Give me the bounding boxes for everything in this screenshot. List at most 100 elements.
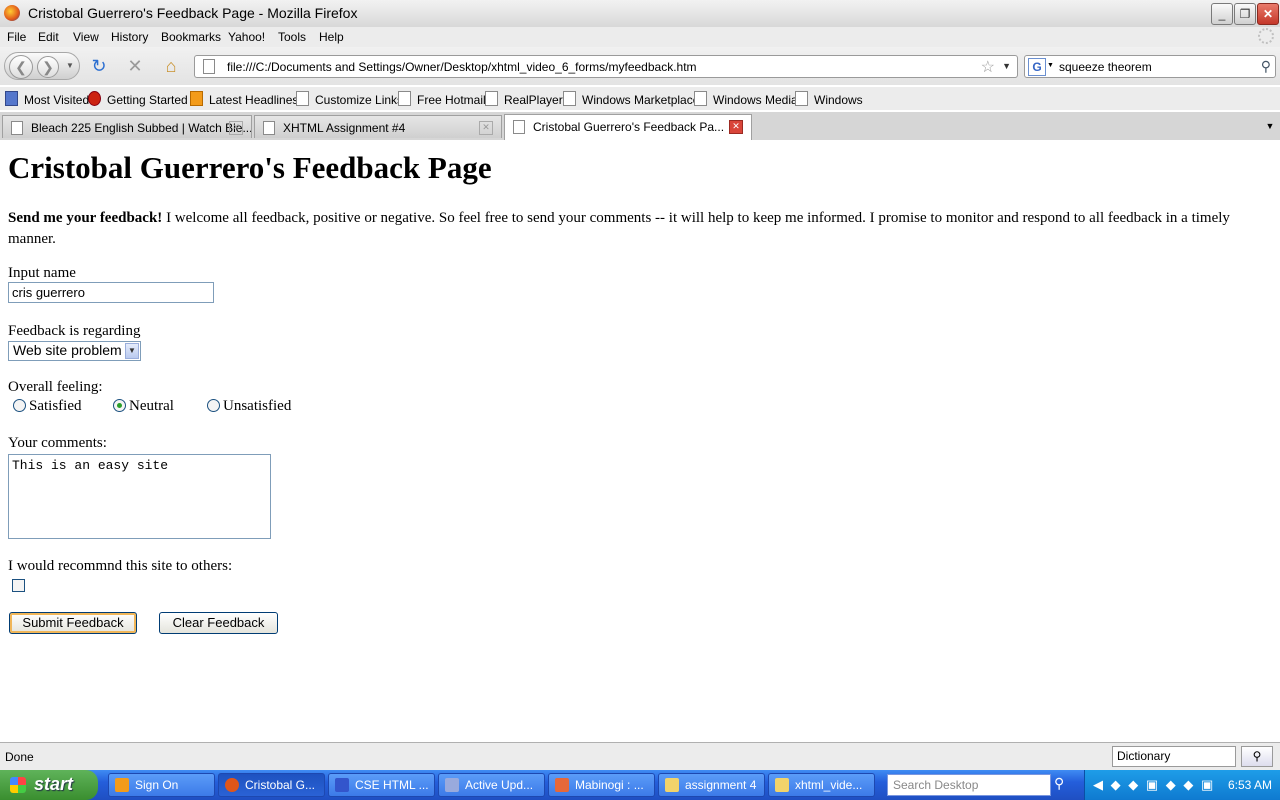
minimize-icon[interactable]: _ xyxy=(1211,3,1233,25)
bookmark-windows-media[interactable]: Windows Media xyxy=(694,91,798,107)
taskbar-item-active-update[interactable]: Active Upd... xyxy=(438,773,545,797)
menu-view[interactable]: View xyxy=(73,30,99,44)
start-button[interactable]: start xyxy=(0,770,98,800)
start-label: start xyxy=(34,774,74,794)
menu-edit[interactable]: Edit xyxy=(38,30,59,44)
taskbar-item-label: Sign On xyxy=(135,778,179,792)
bookmark-label: RealPlayer xyxy=(504,93,563,107)
regarding-select[interactable]: Web site problem ▼ xyxy=(8,341,141,361)
bookmarks-toolbar: Most Visited Getting Started Latest Head… xyxy=(0,87,1280,110)
desktop-search-icon[interactable]: ⚲ xyxy=(1054,775,1064,792)
menu-file[interactable]: File xyxy=(7,30,26,44)
address-url: file:///C:/Documents and Settings/Owner/… xyxy=(227,60,697,74)
tray-icons[interactable]: ◀ ◆ ◆ ▣ ◆ ◆ ▣ xyxy=(1093,777,1215,793)
bookmark-customize-links[interactable]: Customize Links xyxy=(296,91,403,107)
forward-arrow-icon[interactable]: ❯ xyxy=(37,56,59,78)
menu-yahoo[interactable]: Yahoo! xyxy=(228,30,265,44)
regarding-label: Feedback is regarding xyxy=(8,323,141,339)
taskbar-item-firefox[interactable]: Cristobal G... xyxy=(218,773,325,797)
close-icon[interactable]: ✕ xyxy=(1257,3,1279,25)
bookmark-label: Getting Started xyxy=(107,93,188,107)
taskbar-item-sign-on[interactable]: Sign On xyxy=(108,773,215,797)
reload-icon[interactable]: ↻ xyxy=(88,55,110,77)
tab-close-icon[interactable]: ✕ xyxy=(229,121,243,135)
taskbar-item-cse-html[interactable]: CSE HTML ... xyxy=(328,773,435,797)
bookmark-label: Windows Marketplace xyxy=(582,93,700,107)
page-icon xyxy=(11,121,23,135)
search-icon[interactable]: ⚲ xyxy=(1261,58,1271,75)
bookmark-getting-started[interactable]: Getting Started xyxy=(88,91,188,107)
menu-bar: File Edit View History Bookmarks Yahoo! … xyxy=(0,27,1280,47)
tab-close-icon[interactable]: ✕ xyxy=(479,121,493,135)
maximize-icon[interactable]: ❐ xyxy=(1234,3,1256,25)
taskbar-item-mabinogi[interactable]: Mabinogi : ... xyxy=(548,773,655,797)
windows-logo-icon xyxy=(10,777,26,793)
taskbar-item-label: Mabinogi : ... xyxy=(575,778,644,792)
clear-feedback-button[interactable]: Clear Feedback xyxy=(159,612,278,634)
address-dropdown-icon[interactable]: ▼ xyxy=(1002,61,1011,71)
taskbar-item-label: Active Upd... xyxy=(465,778,534,792)
firefox-icon xyxy=(225,778,239,792)
dictionary-input[interactable]: Dictionary xyxy=(1112,746,1236,767)
home-icon[interactable]: ⌂ xyxy=(160,55,182,77)
radio-unsatisfied[interactable] xyxy=(207,399,220,412)
bookmark-latest-headlines[interactable]: Latest Headlines xyxy=(190,91,298,107)
bookmark-most-visited[interactable]: Most Visited xyxy=(5,91,89,107)
tab-close-icon[interactable]: ✕ xyxy=(729,120,743,134)
menu-bookmarks[interactable]: Bookmarks xyxy=(161,30,221,44)
page-icon xyxy=(563,91,576,106)
clock: 6:53 AM xyxy=(1227,778,1272,792)
bookmark-realplayer[interactable]: RealPlayer xyxy=(485,91,563,107)
taskbar-item-label: CSE HTML ... xyxy=(355,778,429,792)
stop-icon[interactable]: ✕ xyxy=(124,55,146,77)
search-bar[interactable]: G ▼ squeeze theorem ⚲ xyxy=(1024,55,1276,78)
tab-feedback-page[interactable]: Cristobal Guerrero's Feedback Pa... ✕ xyxy=(504,114,752,140)
bookmark-label: Latest Headlines xyxy=(209,93,299,107)
name-label: Input name xyxy=(8,265,76,281)
desktop-search-input[interactable]: Search Desktop xyxy=(887,774,1051,796)
status-bar: Done Dictionary ⚲ xyxy=(0,742,1280,771)
page-icon xyxy=(485,91,498,106)
html-editor-icon xyxy=(335,778,349,792)
tab-list-dropdown-icon[interactable]: ▼ xyxy=(1262,117,1278,135)
chevron-down-icon[interactable]: ▼ xyxy=(125,343,139,359)
bookmark-label: Windows Media xyxy=(713,93,798,107)
search-engine-icon[interactable]: G xyxy=(1028,58,1046,76)
bookmark-windows[interactable]: Windows xyxy=(795,91,863,107)
getting-started-icon xyxy=(88,91,101,106)
bookmark-label: Most Visited xyxy=(24,93,90,107)
system-tray: ◀ ◆ ◆ ▣ ◆ ◆ ▣ 6:53 AM xyxy=(1084,770,1280,800)
update-icon xyxy=(445,778,459,792)
bookmark-star-icon[interactable]: ☆ xyxy=(981,57,995,77)
tab-bleach[interactable]: Bleach 225 English Subbed | Watch Ble...… xyxy=(2,115,252,138)
history-dropdown-icon[interactable]: ▼ xyxy=(66,61,74,70)
window-title: Cristobal Guerrero's Feedback Page - Moz… xyxy=(28,5,358,21)
radio-neutral[interactable] xyxy=(113,399,126,412)
radio-satisfied-label: Satisfied xyxy=(29,398,82,414)
search-input[interactable]: squeeze theorem xyxy=(1059,60,1152,74)
firefox-logo-icon xyxy=(4,5,20,21)
back-arrow-icon[interactable]: ❮ xyxy=(9,55,33,79)
menu-help[interactable]: Help xyxy=(319,30,344,44)
bookmark-windows-marketplace[interactable]: Windows Marketplace xyxy=(563,91,699,107)
game-icon xyxy=(555,778,569,792)
submit-feedback-button[interactable]: Submit Feedback xyxy=(9,612,137,634)
comments-textarea[interactable]: This is an easy site xyxy=(8,454,271,539)
tab-label: Cristobal Guerrero's Feedback Pa... xyxy=(533,120,725,134)
dictionary-search-icon[interactable]: ⚲ xyxy=(1241,746,1273,767)
taskbar-item-xhtml-video[interactable]: xhtml_vide... xyxy=(768,773,875,797)
tab-xhtml-assignment[interactable]: XHTML Assignment #4 ✕ xyxy=(254,115,502,138)
menu-history[interactable]: History xyxy=(111,30,148,44)
bookmark-label: Customize Links xyxy=(315,93,404,107)
taskbar-item-assignment-4[interactable]: assignment 4 xyxy=(658,773,765,797)
radio-satisfied[interactable] xyxy=(13,399,26,412)
bookmark-free-hotmail[interactable]: Free Hotmail xyxy=(398,91,486,107)
engine-dropdown-icon[interactable]: ▼ xyxy=(1047,62,1054,69)
recommend-checkbox[interactable] xyxy=(12,579,25,592)
name-input[interactable]: cris guerrero xyxy=(8,282,214,303)
address-bar[interactable]: file:///C:/Documents and Settings/Owner/… xyxy=(194,55,1018,78)
page-content: Cristobal Guerrero's Feedback Page Send … xyxy=(0,140,1280,742)
page-icon xyxy=(513,120,525,134)
menu-tools[interactable]: Tools xyxy=(278,30,306,44)
tab-strip: Bleach 225 English Subbed | Watch Ble...… xyxy=(0,112,1280,141)
